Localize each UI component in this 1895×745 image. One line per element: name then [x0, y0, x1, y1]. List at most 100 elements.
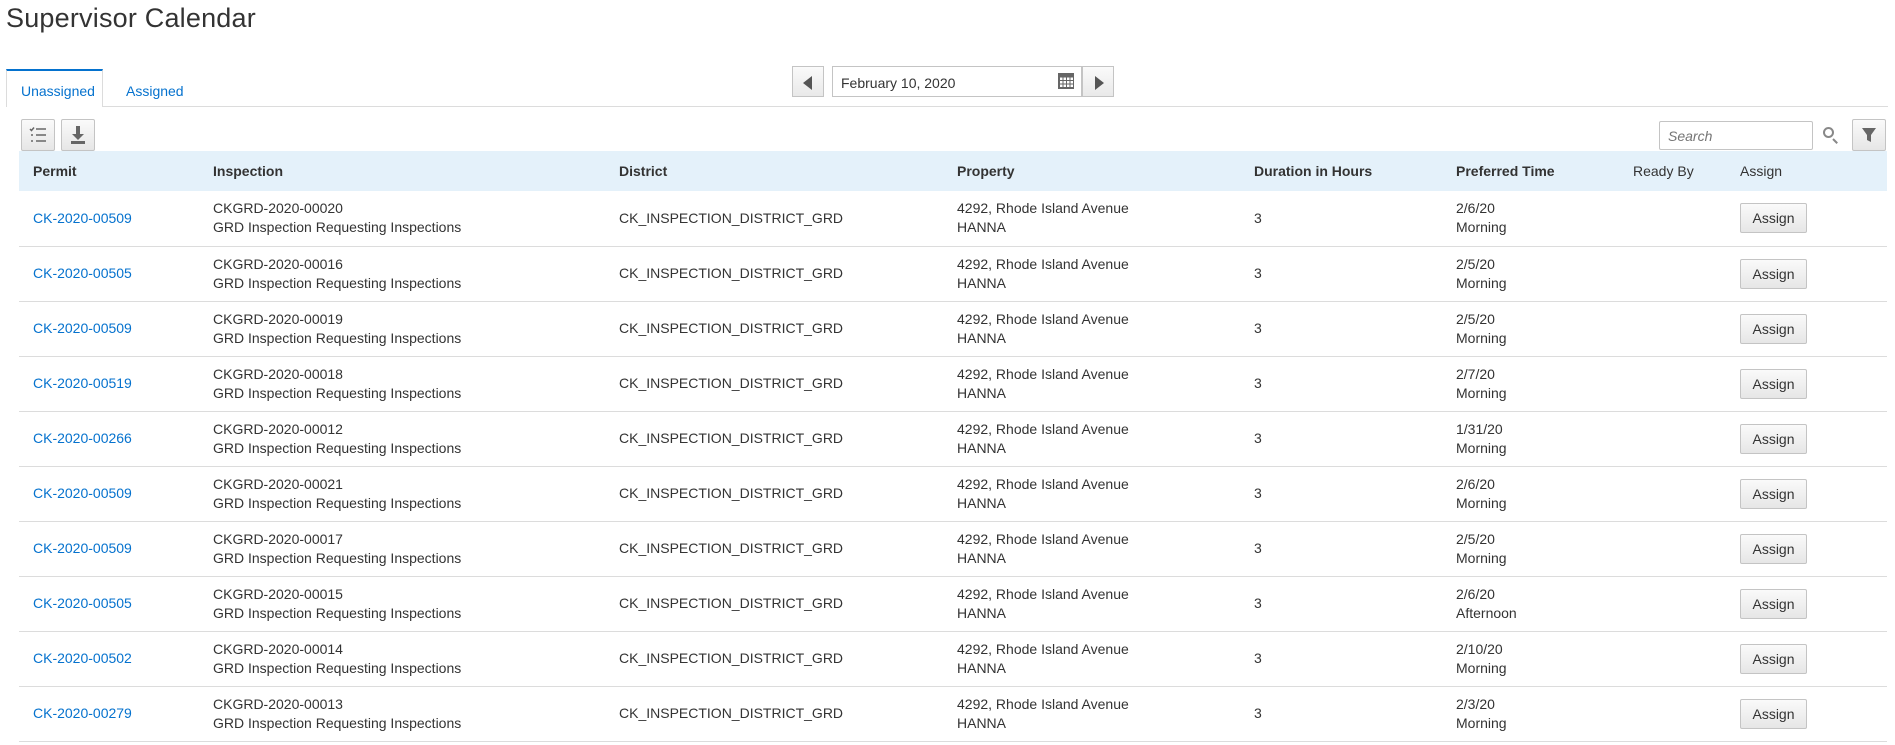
property-city: HANNA — [957, 384, 1007, 401]
date-field[interactable]: February 10, 2020 — [832, 66, 1082, 97]
assign-button[interactable]: Assign — [1740, 533, 1807, 564]
permit-cell: CK-2020-00509 — [19, 301, 213, 357]
permit-link[interactable]: CK-2020-00502 — [33, 650, 132, 666]
table-row: CK-2020-00505 CKGRD-2020-00015 GRD Inspec… — [19, 576, 1887, 632]
permit-link[interactable]: CK-2020-00509 — [33, 320, 132, 336]
assign-cell: Assign — [1740, 301, 1887, 357]
col-header-ready-by[interactable]: Ready By — [1633, 151, 1740, 191]
preferred-time-cell: 1/31/20 Morning — [1456, 411, 1633, 467]
district-cell: CK_INSPECTION_DISTRICT_GRD — [619, 411, 957, 467]
inspection-cell: CKGRD-2020-00021 GRD Inspection Requestin… — [213, 466, 619, 522]
assign-button[interactable]: Assign — [1740, 643, 1807, 674]
property-address: 4292, Rhode Island Avenue — [957, 695, 1129, 712]
preferred-period: Morning — [1456, 549, 1507, 566]
property-city: HANNA — [957, 219, 1007, 236]
assign-button[interactable]: Assign — [1740, 203, 1807, 234]
tab-unassigned[interactable]: Unassigned — [6, 69, 103, 107]
property-cell: 4292, Rhode Island Avenue HANNA — [957, 246, 1254, 302]
permit-link[interactable]: CK-2020-00266 — [33, 430, 132, 446]
ready-by-cell — [1633, 356, 1740, 412]
district-cell: CK_INSPECTION_DISTRICT_GRD — [619, 246, 957, 302]
assign-button[interactable]: Assign — [1740, 258, 1807, 289]
col-header-duration[interactable]: Duration in Hours — [1254, 151, 1456, 191]
preferred-period: Morning — [1456, 219, 1507, 236]
col-header-district[interactable]: District — [619, 151, 957, 191]
inspection-cell: CKGRD-2020-00015 GRD Inspection Requestin… — [213, 576, 619, 632]
property-address: 4292, Rhode Island Avenue — [957, 310, 1129, 327]
permit-link[interactable]: CK-2020-00505 — [33, 265, 132, 281]
property-cell: 4292, Rhode Island Avenue HANNA — [957, 301, 1254, 357]
col-header-assign: Assign — [1740, 163, 1783, 179]
preferred-period: Morning — [1456, 494, 1507, 511]
property-city: HANNA — [957, 274, 1007, 291]
district-cell: CK_INSPECTION_DISTRICT_GRD — [619, 191, 957, 247]
assign-cell: Assign — [1740, 191, 1887, 247]
assign-button[interactable]: Assign — [1740, 478, 1807, 509]
inspection-id: CKGRD-2020-00013 — [213, 695, 343, 712]
table-row: CK-2020-00502 CKGRD-2020-00014 GRD Inspec… — [19, 631, 1887, 687]
inspection-description: GRD Inspection Requesting Inspections — [213, 219, 462, 236]
col-header-permit[interactable]: Permit — [19, 151, 213, 191]
permit-link[interactable]: CK-2020-00519 — [33, 375, 132, 391]
tab-assigned[interactable]: Assigned — [112, 69, 198, 105]
preferred-date: 2/6/20 — [1456, 585, 1495, 602]
inspection-cell: CKGRD-2020-00014 GRD Inspection Requestin… — [213, 631, 619, 687]
export-button[interactable] — [61, 119, 95, 151]
table-row: CK-2020-00519 CKGRD-2020-00018 GRD Inspec… — [19, 356, 1887, 412]
district-cell: CK_INSPECTION_DISTRICT_GRD — [619, 686, 957, 742]
table-row: CK-2020-00266 CKGRD-2020-00012 GRD Inspec… — [19, 411, 1887, 467]
col-header-property[interactable]: Property — [957, 151, 1254, 191]
inspection-id: CKGRD-2020-00016 — [213, 255, 343, 272]
duration-cell: 3 — [1254, 686, 1456, 742]
property-cell: 4292, Rhode Island Avenue HANNA — [957, 191, 1254, 247]
preferred-time-cell: 2/5/20 Morning — [1456, 301, 1633, 357]
inspection-id: CKGRD-2020-00018 — [213, 365, 343, 382]
inspection-description: GRD Inspection Requesting Inspections — [213, 494, 462, 511]
property-address: 4292, Rhode Island Avenue — [957, 365, 1129, 382]
assign-button[interactable]: Assign — [1740, 313, 1807, 344]
calendar-icon[interactable] — [1058, 73, 1074, 89]
property-address: 4292, Rhode Island Avenue — [957, 530, 1129, 547]
table-row: CK-2020-00505 CKGRD-2020-00016 GRD Inspec… — [19, 246, 1887, 302]
inspection-cell: CKGRD-2020-00018 GRD Inspection Requestin… — [213, 356, 619, 412]
inspection-description: GRD Inspection Requesting Inspections — [213, 384, 462, 401]
table-row: CK-2020-00509 CKGRD-2020-00017 GRD Inspec… — [19, 521, 1887, 577]
permit-cell: CK-2020-00502 — [19, 631, 213, 687]
column-list-icon — [29, 127, 46, 142]
inspection-id: CKGRD-2020-00021 — [213, 475, 343, 492]
col-header-inspection[interactable]: Inspection — [213, 151, 619, 191]
inspection-description: GRD Inspection Requesting Inspections — [213, 714, 462, 731]
inspection-cell: CKGRD-2020-00017 GRD Inspection Requestin… — [213, 521, 619, 577]
assign-button[interactable]: Assign — [1740, 588, 1807, 619]
permit-link[interactable]: CK-2020-00509 — [33, 485, 132, 501]
permit-cell: CK-2020-00509 — [19, 191, 213, 247]
column-list-button[interactable] — [21, 119, 55, 151]
assign-cell: Assign — [1740, 631, 1887, 687]
district-cell: CK_INSPECTION_DISTRICT_GRD — [619, 521, 957, 577]
table-row: CK-2020-00279 CKGRD-2020-00013 GRD Inspec… — [19, 686, 1887, 742]
permit-cell: CK-2020-00505 — [19, 576, 213, 632]
preferred-time-cell: 2/6/20 Afternoon — [1456, 576, 1633, 632]
filter-button[interactable] — [1852, 119, 1886, 151]
property-city: HANNA — [957, 329, 1007, 346]
ready-by-cell — [1633, 466, 1740, 522]
assign-button[interactable]: Assign — [1740, 698, 1807, 729]
preferred-time-cell: 2/5/20 Morning — [1456, 521, 1633, 577]
next-date-button[interactable] — [1082, 66, 1114, 97]
previous-date-button[interactable] — [792, 66, 824, 97]
duration-cell: 3 — [1254, 191, 1456, 247]
permit-link[interactable]: CK-2020-00509 — [33, 210, 132, 226]
search-input[interactable] — [1659, 121, 1813, 150]
inspection-id: CKGRD-2020-00020 — [213, 200, 343, 217]
permit-cell: CK-2020-00509 — [19, 466, 213, 522]
permit-link[interactable]: CK-2020-00279 — [33, 705, 132, 721]
assign-button[interactable]: Assign — [1740, 423, 1807, 454]
inspection-cell: CKGRD-2020-00013 GRD Inspection Requestin… — [213, 686, 619, 742]
permit-link[interactable]: CK-2020-00505 — [33, 595, 132, 611]
col-header-preferred-time[interactable]: Preferred Time — [1456, 151, 1633, 191]
search-icon[interactable] — [1823, 127, 1834, 138]
assign-button[interactable]: Assign — [1740, 368, 1807, 399]
preferred-period: Morning — [1456, 659, 1507, 676]
permit-link[interactable]: CK-2020-00509 — [33, 540, 132, 556]
duration-cell: 3 — [1254, 631, 1456, 687]
